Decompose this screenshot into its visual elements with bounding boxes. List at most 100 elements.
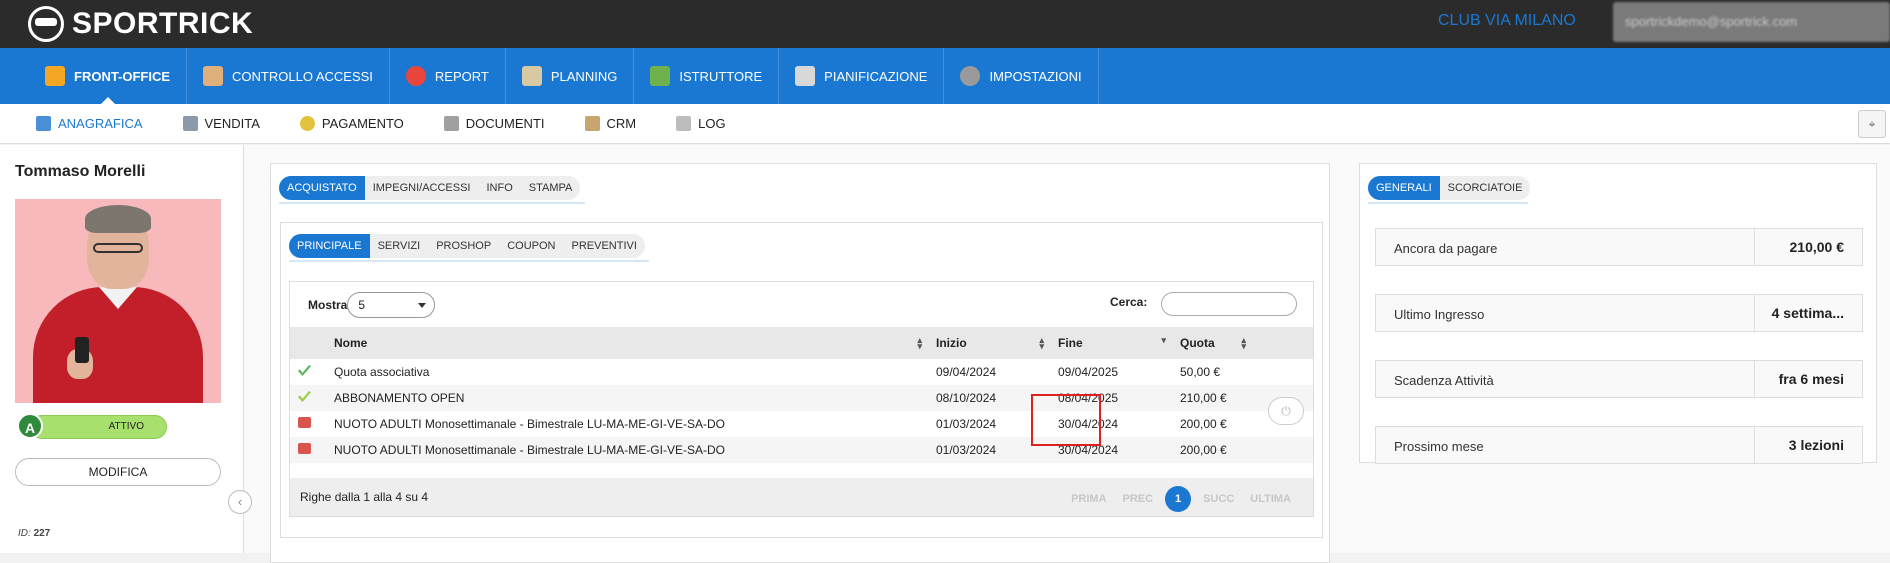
user-email: sportrickdemo@sportrick.com bbox=[1625, 14, 1798, 29]
rows-info: Righe dalla 1 alla 4 su 4 bbox=[300, 490, 429, 504]
turnstile-icon bbox=[203, 66, 224, 86]
column-header-fine[interactable]: Fine ▾ bbox=[1050, 327, 1172, 359]
sort-desc-icon: ▾ bbox=[1161, 335, 1166, 345]
nav-pianificazione[interactable]: PIANIFICAZIONE bbox=[779, 48, 945, 104]
page-size-control: Mostra 5 bbox=[308, 292, 436, 318]
tab-coupon[interactable]: COUPON bbox=[499, 234, 563, 258]
pager-current-page[interactable]: 1 bbox=[1165, 486, 1192, 512]
sort-icon: ▴ ▾ bbox=[917, 335, 922, 351]
row-end: 09/04/2025 bbox=[1058, 365, 1119, 379]
row-quota: 200,00 € bbox=[1180, 417, 1227, 431]
pager-last[interactable]: ULTIMA bbox=[1250, 493, 1291, 505]
summary-panel: GENERALI SCORCIATOIE Ancora da pagare 21… bbox=[1359, 163, 1877, 464]
user-account-menu[interactable]: sportrickdemo@sportrick.com bbox=[1613, 2, 1890, 42]
page-size-label: Mostra bbox=[308, 298, 348, 312]
sub-navigation: ANAGRAFICA VENDITA PAGAMENTO DOCUMENTI C… bbox=[0, 104, 1890, 144]
nav-controllo-accessi[interactable]: CONTROLLO ACCESSI bbox=[187, 48, 390, 104]
tab-underline bbox=[289, 260, 649, 262]
tab-underline bbox=[1368, 202, 1528, 204]
check-partial-icon bbox=[298, 391, 311, 402]
search-label: Cerca: bbox=[1110, 295, 1148, 309]
stat-prossimo-mese: Prossimo mese 3 lezioni bbox=[1375, 426, 1863, 464]
stat-value: 210,00 € bbox=[1754, 229, 1862, 265]
page-size-select[interactable]: 5 bbox=[347, 292, 436, 318]
purchases-table: Nome ▴ ▾ Inizio ▴ ▾ Fine ▾ Quota ▴ ▾ Quota asso… bbox=[290, 327, 1313, 463]
subnav-label: ANAGRAFICA bbox=[58, 116, 143, 131]
brand-name: SPORTRICK bbox=[72, 7, 254, 40]
subnav-label: VENDITA bbox=[204, 116, 260, 131]
tab-servizi[interactable]: SERVIZI bbox=[370, 234, 429, 258]
column-header-inizio[interactable]: Inizio ▴ ▾ bbox=[928, 327, 1050, 359]
nav-impostazioni[interactable]: IMPOSTAZIONI bbox=[944, 48, 1099, 104]
table-row[interactable]: NUOTO ADULTI Monosettimanale - Bimestral… bbox=[290, 437, 1313, 463]
coin-icon bbox=[299, 116, 315, 131]
subnav-label: LOG bbox=[698, 116, 726, 131]
stat-scadenza-attivita: Scadenza Attività fra 6 mesi bbox=[1375, 360, 1863, 398]
handshake-icon bbox=[584, 116, 600, 131]
subnav-vendita[interactable]: VENDITA bbox=[182, 104, 260, 143]
tab-scorciatoie[interactable]: SCORCIATOIE bbox=[1440, 176, 1531, 200]
document-icon bbox=[443, 116, 459, 131]
row-name: NUOTO ADULTI Monosettimanale - Bimestral… bbox=[326, 437, 928, 463]
table-row[interactable]: ABBONAMENTO OPEN 08/10/2024 08/04/2025 2… bbox=[290, 385, 1313, 411]
main-content: ACQUISTATO IMPEGNI/ACCESSI INFO STAMPA P… bbox=[244, 145, 1890, 563]
sort-icon: ▴ ▾ bbox=[1039, 335, 1044, 351]
customer-photo bbox=[15, 199, 221, 403]
club-name[interactable]: CLUB VIA MILANO bbox=[1438, 12, 1576, 30]
main-navigation: FRONT-OFFICE CONTROLLO ACCESSI REPORT PL… bbox=[0, 48, 1890, 105]
pager-first[interactable]: PRIMA bbox=[1071, 493, 1106, 505]
tab-stampa[interactable]: STAMPA bbox=[521, 176, 581, 200]
subnav-log[interactable]: LOG bbox=[676, 104, 726, 143]
tab-impegni-accessi[interactable]: IMPEGNI/ACCESSI bbox=[365, 176, 479, 200]
subnav-anagrafica[interactable]: ANAGRAFICA bbox=[36, 104, 143, 143]
pager-prev[interactable]: PREC bbox=[1123, 493, 1154, 505]
subnav-pagamento[interactable]: PAGAMENTO bbox=[299, 104, 404, 143]
nav-front-office[interactable]: FRONT-OFFICE bbox=[29, 48, 188, 105]
customer-id: ID: 227 bbox=[18, 528, 50, 539]
logo-mascot-icon bbox=[28, 6, 64, 42]
nav-report[interactable]: REPORT bbox=[390, 48, 506, 104]
row-name: ABBONAMENTO OPEN bbox=[326, 385, 928, 411]
nav-planning[interactable]: PLANNING bbox=[506, 48, 635, 104]
table-row[interactable]: Quota associativa 09/04/2024 09/04/2025 … bbox=[290, 359, 1313, 385]
edit-customer-button[interactable]: MODIFICA bbox=[15, 458, 221, 486]
principale-panel: PRINCIPALE SERVIZI PROSHOP COUPON PREVEN… bbox=[280, 222, 1323, 538]
chevron-left-icon[interactable]: ‹ bbox=[228, 490, 252, 514]
tab-info[interactable]: INFO bbox=[478, 176, 520, 200]
nav-label: CONTROLLO ACCESSI bbox=[232, 68, 373, 84]
stat-value: fra 6 mesi bbox=[1754, 361, 1862, 397]
column-header-quota[interactable]: Quota ▴ ▾ bbox=[1172, 327, 1252, 359]
customer-name: Tommaso Morelli bbox=[15, 163, 146, 180]
search-input[interactable] bbox=[1161, 292, 1297, 316]
nav-label: ISTRUTTORE bbox=[679, 68, 763, 84]
subnav-label: DOCUMENTI bbox=[465, 116, 545, 131]
table-row[interactable]: NUOTO ADULTI Monosettimanale - Bimestral… bbox=[290, 411, 1313, 437]
pin-icon[interactable]: ⌖ bbox=[1858, 110, 1886, 138]
gear-icon bbox=[960, 66, 981, 86]
power-icon[interactable]: ⏻ bbox=[1268, 397, 1304, 425]
row-name: Quota associativa bbox=[334, 365, 430, 379]
tab-preventivi[interactable]: PREVENTIVI bbox=[563, 234, 644, 258]
subnav-label: CRM bbox=[606, 116, 637, 131]
calendar-small-icon bbox=[298, 417, 311, 428]
subnav-documenti[interactable]: DOCUMENTI bbox=[443, 104, 545, 143]
subnav-crm[interactable]: CRM bbox=[584, 104, 637, 143]
calendar-small-icon bbox=[298, 443, 311, 454]
tab-underline bbox=[279, 202, 585, 204]
table-footer: Righe dalla 1 alla 4 su 4 PRIMA PREC 1 S… bbox=[290, 478, 1313, 516]
row-quota: 210,00 € bbox=[1172, 385, 1252, 411]
nav-label: REPORT bbox=[434, 68, 489, 84]
column-header-nome[interactable]: Nome ▴ ▾ bbox=[326, 327, 928, 359]
nav-istruttore[interactable]: ISTRUTTORE bbox=[634, 48, 780, 104]
tab-proshop[interactable]: PROSHOP bbox=[428, 234, 499, 258]
tab-acquistato[interactable]: ACQUISTATO bbox=[279, 176, 365, 200]
tab-principale[interactable]: PRINCIPALE bbox=[289, 234, 370, 258]
tab-generali[interactable]: GENERALI bbox=[1368, 176, 1440, 200]
pager-next[interactable]: SUCC bbox=[1203, 493, 1234, 505]
sort-icon: ▴ ▾ bbox=[1241, 335, 1246, 351]
nav-label: PIANIFICAZIONE bbox=[824, 68, 928, 84]
sportrick-logo[interactable]: SPORTRICK bbox=[28, 4, 253, 44]
stat-ultimo-ingresso: Ultimo Ingresso 4 settima... bbox=[1375, 294, 1863, 332]
calendar-icon bbox=[795, 66, 816, 86]
person-icon bbox=[36, 116, 51, 131]
